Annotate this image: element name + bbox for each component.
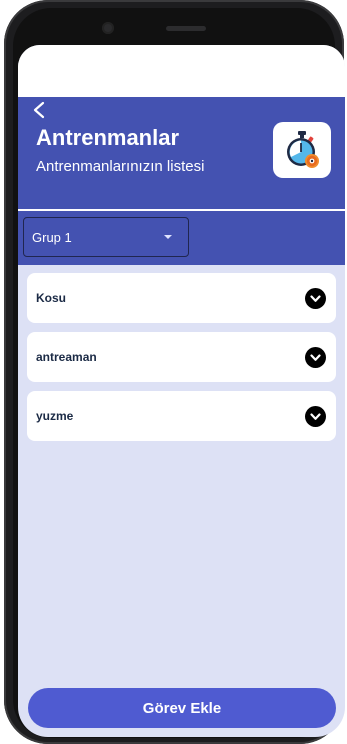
- training-card-kosu[interactable]: Kosu: [27, 273, 336, 323]
- status-bar: [18, 45, 345, 97]
- training-label: antreaman: [36, 350, 97, 364]
- chevron-down-circle-icon[interactable]: [305, 288, 326, 309]
- speaker-grille: [166, 26, 206, 31]
- group-dropdown[interactable]: Grup 1: [23, 217, 189, 257]
- filter-bar: Grup 1: [18, 211, 345, 265]
- app-screen: Antrenmanlar Antrenmanlarınızın listesi …: [18, 45, 345, 737]
- caret-down-icon: [164, 235, 172, 239]
- page-title: Antrenmanlar: [36, 125, 180, 150]
- training-label: Kosu: [36, 291, 66, 305]
- stopwatch-gear-icon: [273, 122, 331, 178]
- training-list: Kosu antreaman yuzme: [18, 265, 345, 441]
- back-button[interactable]: [32, 101, 52, 123]
- add-task-button[interactable]: Görev Ekle: [28, 688, 336, 728]
- group-dropdown-value: Grup 1: [32, 229, 72, 245]
- chevron-left-icon: [33, 101, 45, 119]
- chevron-down-circle-icon[interactable]: [305, 406, 326, 427]
- page-subtitle: Antrenmanlarınızın listesi: [36, 158, 205, 175]
- training-card-yuzme[interactable]: yuzme: [27, 391, 336, 441]
- training-card-antreaman[interactable]: antreaman: [27, 332, 336, 382]
- camera-icon: [102, 22, 114, 34]
- training-label: yuzme: [36, 409, 74, 423]
- header: Antrenmanlar Antrenmanlarınızın listesi: [18, 97, 345, 209]
- chevron-down-circle-icon[interactable]: [305, 347, 326, 368]
